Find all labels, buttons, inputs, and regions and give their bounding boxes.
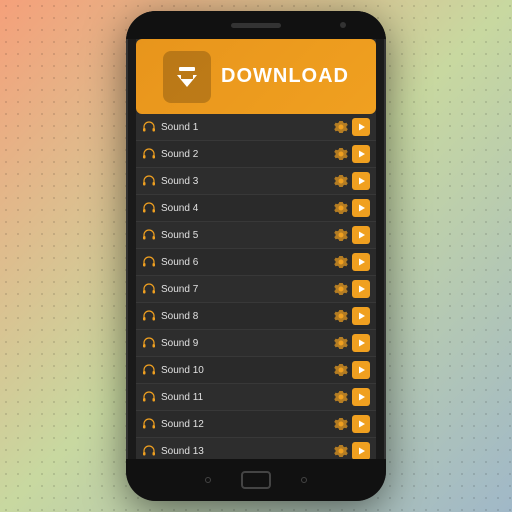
- play-button[interactable]: [352, 226, 370, 244]
- list-item: Sound 4: [136, 195, 376, 222]
- settings-icon[interactable]: [333, 200, 349, 216]
- play-button[interactable]: [352, 172, 370, 190]
- settings-icon[interactable]: [333, 173, 349, 189]
- settings-icon[interactable]: [333, 281, 349, 297]
- phone-bottom-bar: [126, 459, 386, 501]
- headphone-icon: [142, 417, 156, 431]
- play-icon: [357, 149, 366, 159]
- phone-screen: DOWNLOAD Sound 1: [136, 39, 376, 459]
- play-button[interactable]: [352, 145, 370, 163]
- play-icon: [357, 419, 366, 429]
- settings-icon[interactable]: [333, 119, 349, 135]
- list-item: Sound 1: [136, 114, 376, 141]
- download-label: DOWNLOAD: [221, 65, 349, 88]
- play-icon: [357, 230, 366, 240]
- sound-name: Sound 3: [161, 176, 333, 187]
- play-icon: [357, 365, 366, 375]
- phone-speaker: [231, 23, 281, 28]
- play-button[interactable]: [352, 388, 370, 406]
- phone-camera: [340, 22, 346, 28]
- download-banner[interactable]: DOWNLOAD: [136, 39, 376, 114]
- headphone-icon: [142, 336, 156, 350]
- download-icon: [171, 61, 203, 93]
- phone-frame: DOWNLOAD Sound 1: [126, 11, 386, 501]
- list-item: Sound 10: [136, 357, 376, 384]
- headphone-icon: [142, 120, 156, 134]
- sound-name: Sound 7: [161, 284, 333, 295]
- play-icon: [357, 392, 366, 402]
- headphone-icon: [142, 390, 156, 404]
- list-item: Sound 2: [136, 141, 376, 168]
- sound-name: Sound 12: [161, 419, 333, 430]
- play-button[interactable]: [352, 280, 370, 298]
- sound-name: Sound 4: [161, 203, 333, 214]
- play-button[interactable]: [352, 199, 370, 217]
- settings-icon[interactable]: [333, 227, 349, 243]
- play-icon: [357, 338, 366, 348]
- play-icon: [357, 311, 366, 321]
- settings-icon[interactable]: [333, 389, 349, 405]
- play-icon: [357, 122, 366, 132]
- settings-icon[interactable]: [333, 416, 349, 432]
- headphone-icon: [142, 147, 156, 161]
- play-icon: [357, 446, 366, 456]
- play-icon: [357, 203, 366, 213]
- sound-list: Sound 1 Sound 2: [136, 114, 376, 459]
- sound-name: Sound 9: [161, 338, 333, 349]
- headphone-icon: [142, 228, 156, 242]
- sound-name: Sound 11: [161, 392, 333, 403]
- recents-button[interactable]: [301, 477, 307, 483]
- list-item: Sound 8: [136, 303, 376, 330]
- play-button[interactable]: [352, 253, 370, 271]
- settings-icon[interactable]: [333, 335, 349, 351]
- settings-icon[interactable]: [333, 443, 349, 459]
- play-icon: [357, 284, 366, 294]
- headphone-icon: [142, 444, 156, 458]
- headphone-icon: [142, 174, 156, 188]
- play-button[interactable]: [352, 442, 370, 459]
- list-item: Sound 13: [136, 438, 376, 459]
- headphone-icon: [142, 282, 156, 296]
- settings-icon[interactable]: [333, 254, 349, 270]
- play-icon: [357, 176, 366, 186]
- list-item: Sound 6: [136, 249, 376, 276]
- headphone-icon: [142, 363, 156, 377]
- list-item: Sound 9: [136, 330, 376, 357]
- play-button[interactable]: [352, 307, 370, 325]
- sound-name: Sound 6: [161, 257, 333, 268]
- phone-top-bar: [126, 11, 386, 39]
- headphone-icon: [142, 201, 156, 215]
- play-button[interactable]: [352, 334, 370, 352]
- sound-name: Sound 2: [161, 149, 333, 160]
- settings-icon[interactable]: [333, 146, 349, 162]
- sound-name: Sound 8: [161, 311, 333, 322]
- list-item: Sound 5: [136, 222, 376, 249]
- home-button[interactable]: [241, 471, 271, 489]
- list-item: Sound 12: [136, 411, 376, 438]
- list-item: Sound 7: [136, 276, 376, 303]
- list-item: Sound 11: [136, 384, 376, 411]
- play-icon: [357, 257, 366, 267]
- headphone-icon: [142, 309, 156, 323]
- list-item: Sound 3: [136, 168, 376, 195]
- play-button[interactable]: [352, 361, 370, 379]
- sound-name: Sound 13: [161, 446, 333, 457]
- sound-name: Sound 1: [161, 122, 333, 133]
- play-button[interactable]: [352, 118, 370, 136]
- download-icon-box: [163, 51, 211, 103]
- sound-name: Sound 5: [161, 230, 333, 241]
- settings-icon[interactable]: [333, 308, 349, 324]
- play-button[interactable]: [352, 415, 370, 433]
- sound-name: Sound 10: [161, 365, 333, 376]
- headphone-icon: [142, 255, 156, 269]
- back-button[interactable]: [205, 477, 211, 483]
- settings-icon[interactable]: [333, 362, 349, 378]
